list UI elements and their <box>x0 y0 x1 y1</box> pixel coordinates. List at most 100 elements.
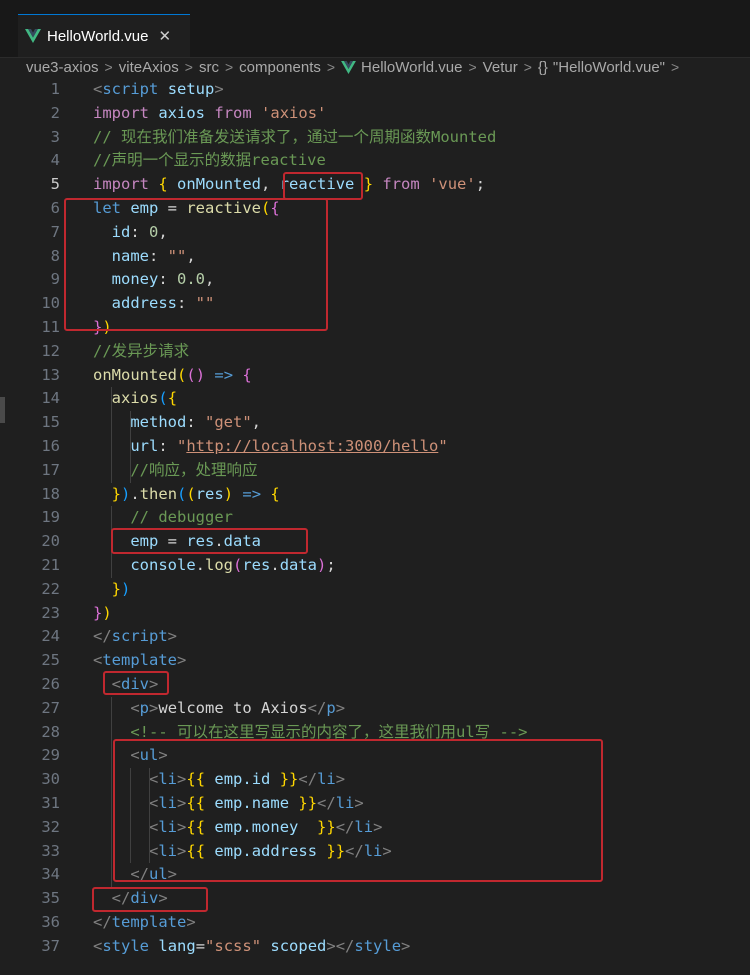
code-line[interactable]: 1 <script setup> <box>0 78 750 102</box>
code-line[interactable]: 17 //响应，处理响应 <box>0 459 750 483</box>
code-text: //响应，处理响应 <box>93 459 257 483</box>
code-token: < <box>130 698 140 717</box>
code-token: } <box>111 484 122 503</box>
breadcrumb-item-project[interactable]: vue3-axios <box>26 59 99 76</box>
code-token: onMounted <box>93 365 177 384</box>
line-number: 28 <box>41 722 60 741</box>
code-token: . <box>195 556 205 574</box>
code-token: ) <box>195 365 206 384</box>
breadcrumb-item-vetur[interactable]: Vetur <box>483 59 518 76</box>
code-line[interactable]: 18 }).then((res) => { <box>0 483 750 507</box>
code-token: } <box>363 175 374 194</box>
chevron-right-icon: > <box>468 59 477 75</box>
line-number: 26 <box>41 675 60 693</box>
code-line[interactable]: 25 <template> <box>0 649 750 673</box>
line-number: 5 <box>50 175 60 194</box>
code-token: ( <box>177 365 187 384</box>
highlight-box-emp-assign <box>111 528 308 554</box>
code-line[interactable]: 3 // 现在我们准备发送请求了，通过一个周期函数Mounted <box>0 126 750 150</box>
line-number: 36 <box>41 913 60 931</box>
code-token: ) <box>121 579 131 598</box>
code-text: </script> <box>93 625 177 649</box>
line-number: 25 <box>41 651 60 670</box>
breadcrumb-item-folder[interactable]: viteAxios <box>119 59 179 76</box>
line-number: 31 <box>41 794 60 812</box>
breadcrumb-item-file[interactable]: HelloWorld.vue <box>361 59 462 76</box>
line-number: 9 <box>50 270 60 289</box>
code-line[interactable]: 37 <style lang="scss" scoped></style> <box>0 935 750 959</box>
line-number: 14 <box>41 389 60 408</box>
code-token: ( <box>186 484 196 503</box>
code-line[interactable]: 2 import axios from 'axios' <box>0 102 750 126</box>
code-line[interactable]: 19 // debugger <box>0 506 750 530</box>
code-text: console.log(res.data); <box>93 554 335 578</box>
line-number: 37 <box>41 936 60 955</box>
highlight-box-div-open <box>103 671 169 695</box>
code-token: ) <box>102 603 112 622</box>
code-text: <style lang="scss" scoped></style> <box>93 935 410 959</box>
line-number: 35 <box>41 889 60 908</box>
line-number: 19 <box>41 508 60 527</box>
code-token: http://localhost:3000/hello <box>186 437 439 455</box>
code-editor[interactable]: 1 <script setup> 2 import axios from 'axios… <box>0 77 750 975</box>
code-line[interactable]: 27 <p>welcome to Axios</p> <box>0 697 750 721</box>
breadcrumb-item-symbol[interactable]: "HelloWorld.vue" <box>553 59 665 76</box>
chevron-right-icon: > <box>671 59 680 75</box>
code-token: ( <box>177 484 187 503</box>
code-token: { <box>270 484 280 503</box>
breadcrumb-item-src[interactable]: src <box>199 59 219 76</box>
code-line[interactable]: 16 url: "http://localhost:3000/hello" <box>0 435 750 459</box>
code-token: script <box>111 627 168 646</box>
code-text: //声明一个显示的数据reactive <box>93 149 326 173</box>
vue-icon <box>341 60 356 74</box>
line-number: 4 <box>50 151 60 170</box>
line-number: 2 <box>50 103 60 122</box>
code-line[interactable]: 5 import { onMounted, reactive } from 'vu… <box>0 173 750 197</box>
code-token: axios <box>158 103 206 122</box>
tab-title: HelloWorld.vue <box>47 27 149 45</box>
code-token: then <box>139 484 178 503</box>
code-token: </ <box>93 627 112 646</box>
chevron-right-icon: > <box>224 59 234 75</box>
code-token: ></ <box>326 936 355 955</box>
code-token: url <box>130 437 159 455</box>
code-line[interactable]: 13 onMounted(() => { <box>0 364 750 388</box>
code-token: } <box>111 579 122 598</box>
code-line[interactable]: 15 method: "get", <box>0 411 750 435</box>
code-line[interactable]: 4 //声明一个显示的数据reactive <box>0 149 750 173</box>
code-token: onMounted <box>177 175 262 194</box>
code-token: > <box>335 698 346 717</box>
vue-icon <box>25 29 41 43</box>
code-line[interactable]: 23}) <box>0 602 750 626</box>
line-number: 22 <box>41 579 60 598</box>
close-icon[interactable]: ✕ <box>158 27 171 45</box>
code-token: . <box>130 484 140 503</box>
code-line[interactable]: 36 </template> <box>0 911 750 935</box>
code-line[interactable]: 21 console.log(res.data); <box>0 554 750 578</box>
code-line[interactable]: 22 }) <box>0 578 750 602</box>
code-token: //声明一个显示的数据reactive <box>93 151 326 170</box>
code-token: " <box>438 437 448 455</box>
line-number: 11 <box>41 318 60 336</box>
line-number: 34 <box>41 865 60 884</box>
tab-helloworld-vue[interactable]: HelloWorld.vue ✕ <box>18 14 190 57</box>
code-token: // debugger <box>130 508 233 527</box>
line-number: 8 <box>50 246 60 265</box>
code-text: }) <box>93 578 131 602</box>
code-token: p <box>326 698 336 717</box>
breadcrumb-item-components[interactable]: components <box>239 59 321 76</box>
code-line[interactable]: 14 axios({ <box>0 387 750 411</box>
code-token: : <box>186 413 205 432</box>
code-token: style <box>102 936 150 955</box>
code-line[interactable]: 24 </script> <box>0 625 750 649</box>
code-token: ; <box>475 175 486 194</box>
code-token: scoped <box>270 936 327 955</box>
code-line[interactable]: 12 //发异步请求 <box>0 340 750 364</box>
code-text: // debugger <box>93 506 233 530</box>
